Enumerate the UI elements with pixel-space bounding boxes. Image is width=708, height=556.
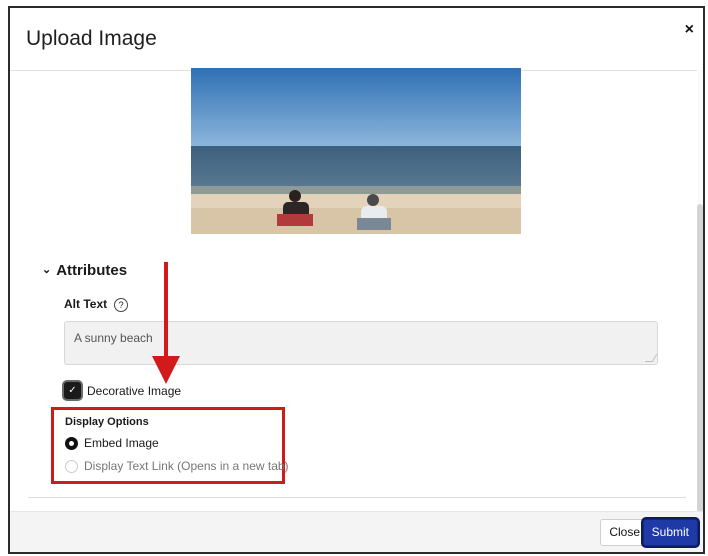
upload-image-dialog: Upload Image × ⌄ Attributes Alt Text ? A… <box>8 6 705 554</box>
scrollbar-thumb[interactable] <box>697 204 703 512</box>
beach-photo-icon <box>191 68 521 234</box>
embed-image-radio[interactable] <box>65 436 78 450</box>
dialog-header: Upload Image × <box>10 8 703 71</box>
dialog-title: Upload Image <box>26 27 157 50</box>
display-options-title: Display Options <box>65 416 149 428</box>
alt-text-value: A sunny beach <box>74 331 153 345</box>
decorative-image-checkbox[interactable]: ✓ <box>64 382 81 399</box>
submit-button[interactable]: Submit <box>642 519 698 546</box>
help-icon[interactable]: ? <box>114 298 129 312</box>
close-button[interactable]: Close <box>600 519 649 546</box>
close-icon[interactable]: × <box>685 21 694 39</box>
display-text-link-option[interactable]: Display Text Link (Opens in a new tab) <box>65 459 289 473</box>
attributes-section-heading[interactable]: ⌄ Attributes <box>42 262 127 279</box>
embed-image-option[interactable]: Embed Image <box>65 436 159 450</box>
chevron-down-icon[interactable]: ⌄ <box>42 264 51 276</box>
decorative-image-option[interactable]: ✓ Decorative Image <box>64 382 181 399</box>
display-text-link-radio[interactable] <box>65 459 78 473</box>
uploaded-image-preview <box>191 68 521 234</box>
resize-handle-icon[interactable] <box>644 354 658 362</box>
attributes-heading-label: Attributes <box>56 262 128 279</box>
alt-text-field[interactable]: A sunny beach <box>64 321 658 365</box>
alt-text-label: Alt Text <box>64 297 108 311</box>
alt-text-label-row: Alt Text? <box>64 297 129 312</box>
decorative-image-label: Decorative Image <box>87 383 182 398</box>
section-divider <box>28 497 686 498</box>
display-text-link-label: Display Text Link (Opens in a new tab) <box>84 459 289 473</box>
dialog-footer: Close Submit <box>10 511 703 552</box>
embed-image-label: Embed Image <box>84 436 159 450</box>
